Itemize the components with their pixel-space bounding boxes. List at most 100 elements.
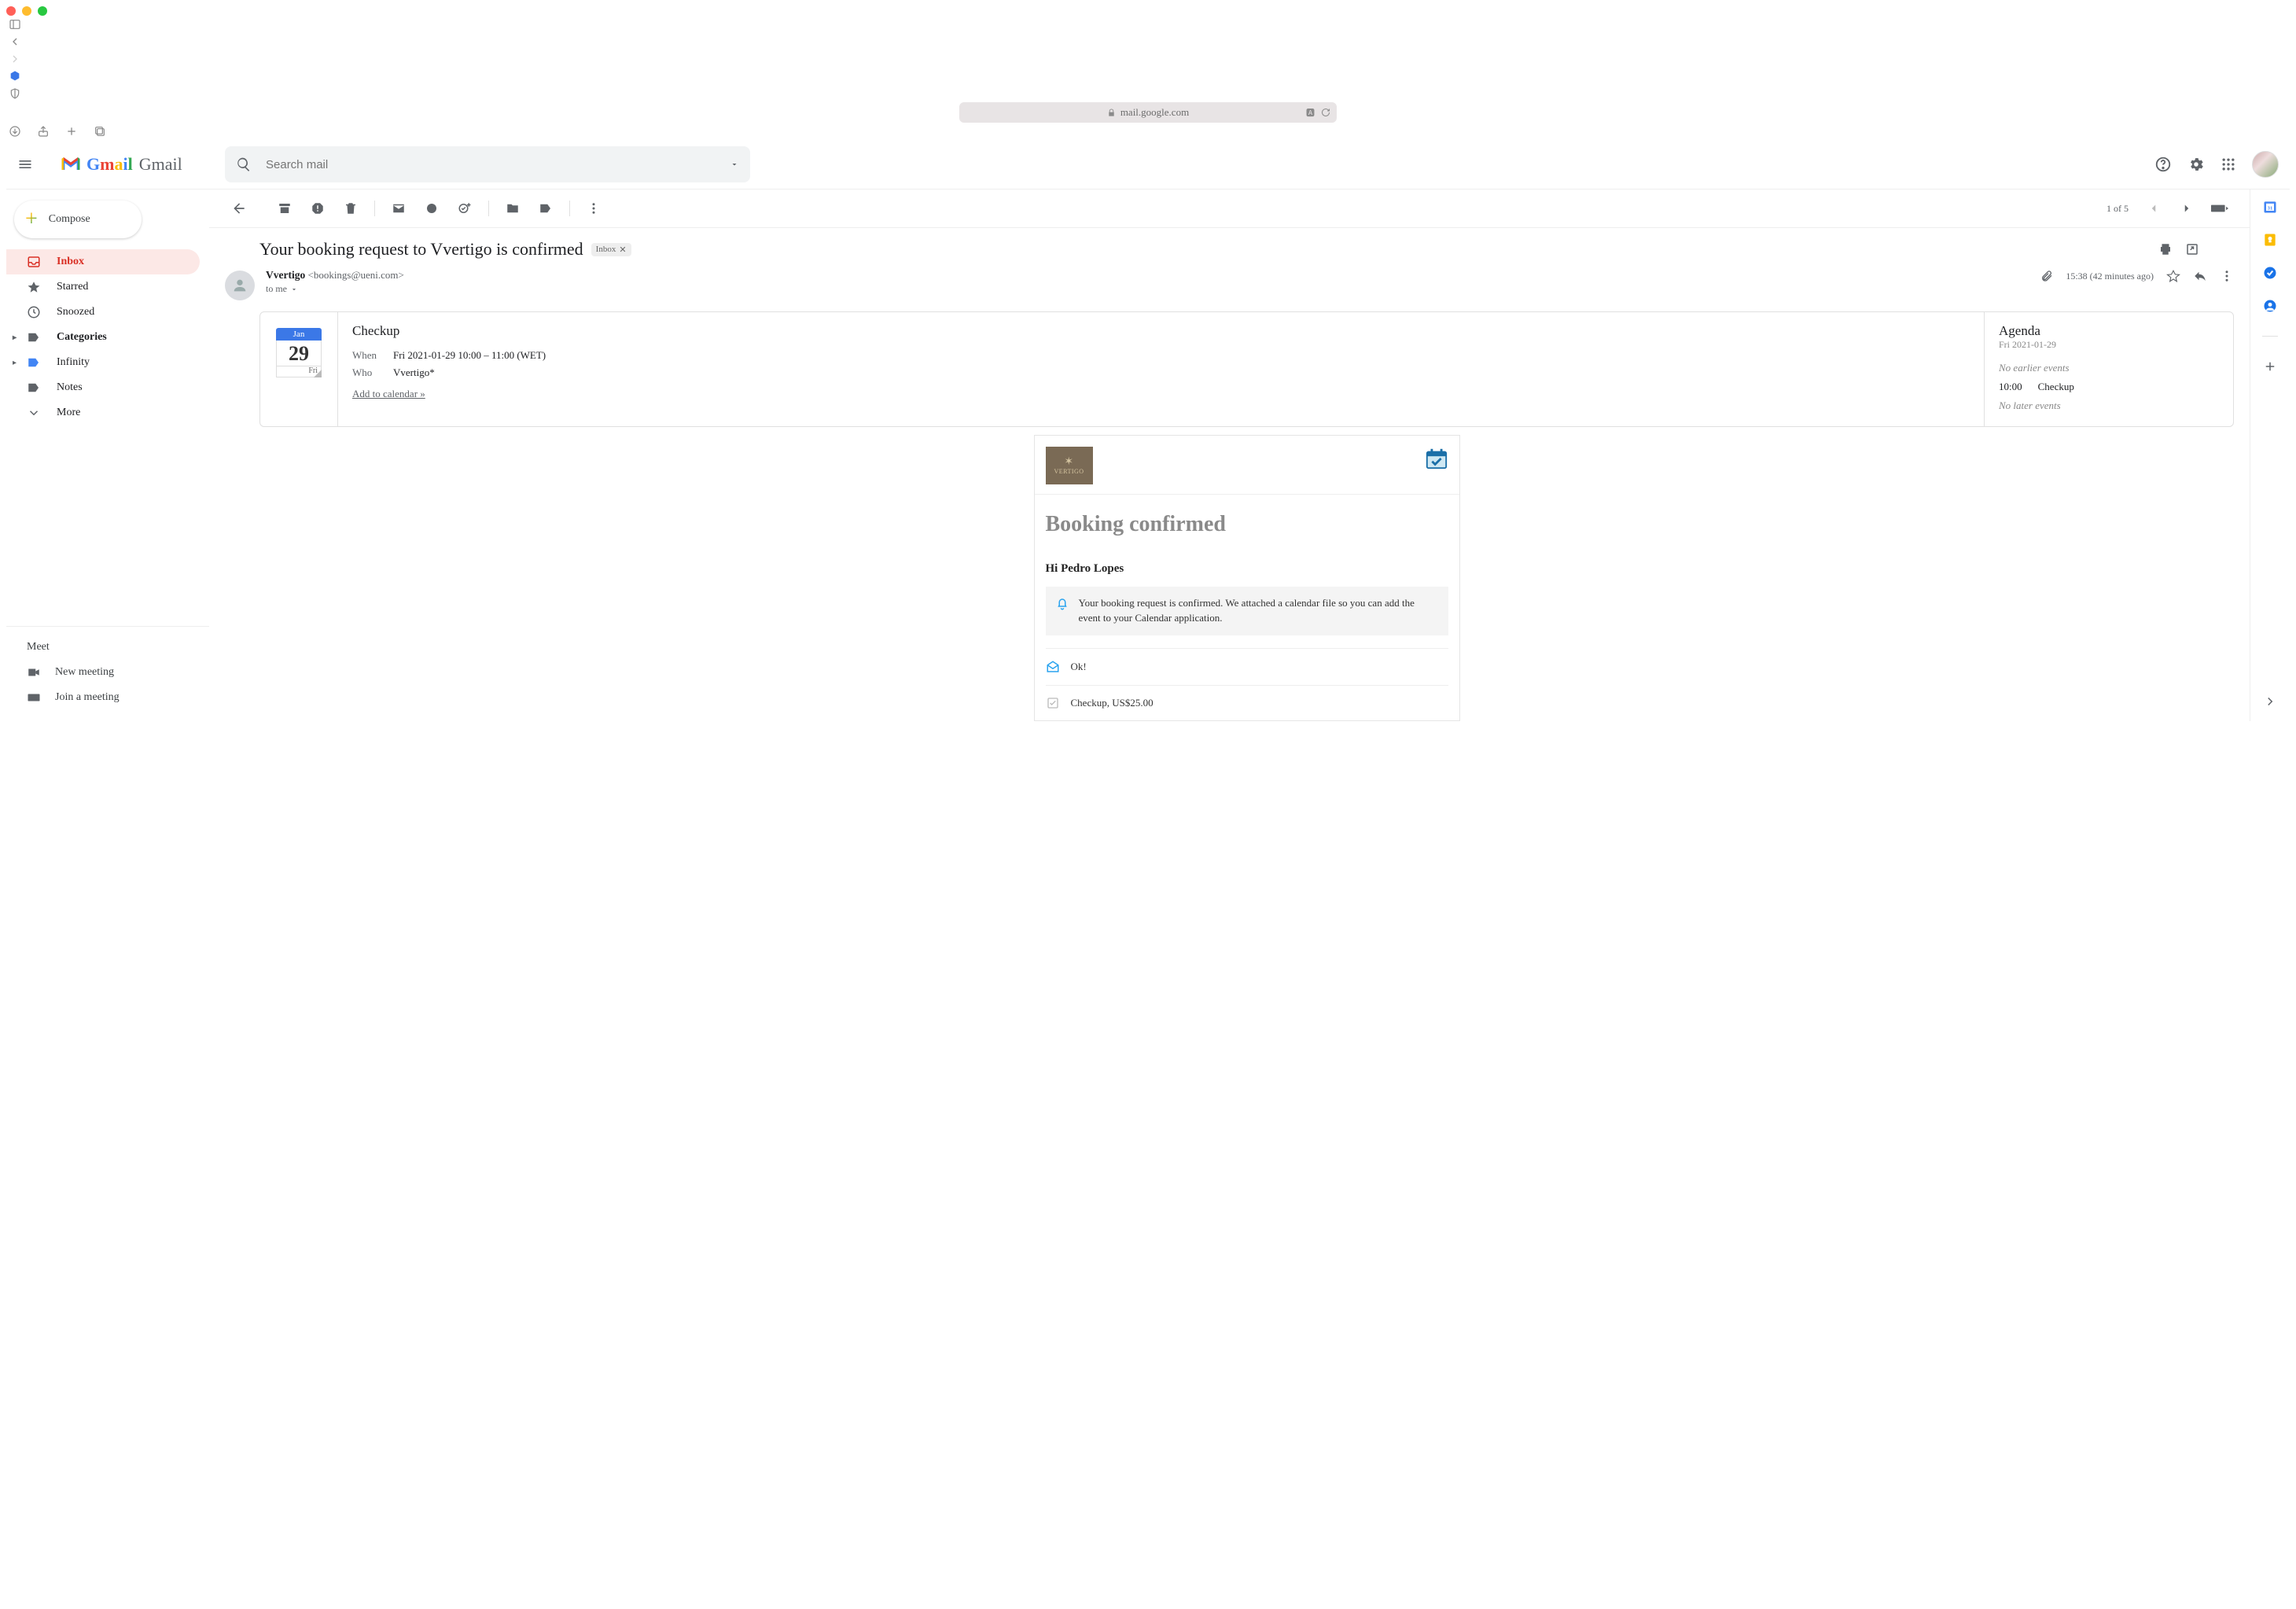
extension-cube-icon[interactable] [6,68,24,85]
plus-icon: + [25,208,38,230]
collapse-panel-button[interactable] [2263,694,2277,709]
print-button[interactable] [2158,242,2173,256]
maximize-window[interactable] [38,6,47,16]
envelope-open-icon [1046,660,1060,674]
search-options-icon[interactable] [730,160,739,169]
back-button[interactable] [225,194,253,223]
move-to-button[interactable] [499,194,527,223]
svg-text:31: 31 [2268,205,2273,211]
sidebar-item-starred[interactable]: Starred [6,274,200,300]
get-addons-icon[interactable] [2262,359,2278,374]
address-bar[interactable]: mail.google.com ⁦🅰⁩ [959,102,1337,123]
delete-button[interactable] [337,194,365,223]
more-actions-button[interactable] [580,194,608,223]
shield-icon[interactable] [6,85,24,102]
search-bar[interactable] [225,146,750,182]
message-header: Vvertigo <bookings@ueni.com> to me 15:38… [209,266,2250,304]
open-new-window-button[interactable] [2185,242,2199,256]
labels-button[interactable] [532,194,560,223]
chevron-down-icon [27,406,42,420]
calendar-date-badge: Jan 29 Fri [260,312,338,426]
ok-text: Ok! [1071,661,1087,673]
new-tab-icon[interactable] [63,123,80,140]
downloads-icon[interactable] [6,123,24,140]
camera-icon [27,665,41,679]
apps-grid-icon[interactable] [2221,156,2236,172]
search-input[interactable] [264,157,717,172]
agenda-date: Fri 2021-01-29 [1999,339,2219,351]
reply-button[interactable] [2193,269,2207,283]
sidebar-item-notes[interactable]: Notes [6,375,200,400]
gmail-m-icon [60,156,82,173]
settings-icon[interactable] [2187,156,2205,173]
tabs-overview-icon[interactable] [91,123,109,140]
share-icon[interactable] [35,123,52,140]
input-tools-button[interactable] [2206,194,2234,223]
new-meeting-button[interactable]: New meeting [6,660,209,685]
booking-ok-row: Ok! [1046,648,1448,685]
prev-message-button[interactable] [2140,194,2168,223]
remove-label-icon[interactable]: ✕ [619,245,626,255]
translate-icon[interactable]: ⁦🅰⁩ [1306,106,1315,119]
sender-name: Vvertigo [266,269,305,281]
add-to-calendar-link[interactable]: Add to calendar » [352,388,425,400]
sidebar-toggle-icon[interactable] [6,16,24,33]
add-task-button[interactable] [451,194,479,223]
next-message-button[interactable] [2173,194,2201,223]
spam-button[interactable] [304,194,332,223]
cal-who-row: Who Vvertigo* [352,364,1970,381]
booking-greeting: Hi Pedro Lopes [1035,543,1459,587]
booking-item-row: Checkup, US$25.00 [1046,685,1448,720]
expand-icon[interactable]: ▸ [13,359,17,367]
mark-unread-button[interactable] [385,194,413,223]
agenda-event[interactable]: 10:00 Checkup [1999,377,2219,396]
sidebar-item-more[interactable]: More [6,400,200,425]
gmail-wordmark: Gmail [139,154,182,175]
sidebar-item-inbox[interactable]: Inbox [6,249,200,274]
sender-avatar[interactable] [225,271,255,300]
nav-label: Starred [57,281,88,293]
main-menu-icon[interactable] [17,156,52,172]
star-message-button[interactable] [2166,269,2180,283]
label-chip[interactable]: Inbox ✕ [591,243,631,256]
chevron-down-icon [290,285,298,293]
reload-icon[interactable] [1321,108,1330,117]
nav-label: Notes [57,381,83,394]
star-icon [27,280,42,294]
attachment-icon[interactable] [2040,270,2053,282]
nav-forward-icon[interactable] [6,50,24,68]
calendar-event-title: Checkup [352,323,1970,339]
archive-button[interactable] [270,194,299,223]
sidebar-item-infinity[interactable]: ▸ Infinity [6,350,200,375]
google-tasks-icon[interactable] [2262,265,2278,281]
nav-back-icon[interactable] [6,33,24,50]
snooze-button[interactable] [418,194,446,223]
compose-button[interactable]: + Compose [14,201,142,238]
sidebar-item-categories[interactable]: ▸ Categories [6,325,200,350]
agenda-panel: Agenda Fri 2021-01-29 No earlier events … [1984,312,2233,426]
google-contacts-icon[interactable] [2262,298,2278,314]
calendar-confirmed-icon [1425,447,1448,470]
message-more-button[interactable] [2220,269,2234,283]
gmail-logo[interactable]: Gmail Gmail Gmail [60,154,217,175]
minimize-window[interactable] [22,6,31,16]
account-avatar[interactable] [2252,151,2279,178]
support-icon[interactable] [2154,156,2172,173]
cal-when-row: When Fri 2021-01-29 10:00 – 11:00 (WET) [352,347,1970,364]
close-window[interactable] [6,6,16,16]
google-keep-icon[interactable] [2262,232,2278,248]
join-meeting-button[interactable]: Join a meeting [6,685,209,710]
agenda-no-later: No later events [1999,396,2219,415]
meet-label: New meeting [55,666,114,679]
meet-section: Meet New meeting Join a meeting [6,626,209,721]
to-line[interactable]: to me [266,283,404,295]
sidebar-item-snoozed[interactable]: Snoozed [6,300,200,325]
lock-icon [1107,109,1116,117]
window-controls [6,6,2290,16]
nav-label: Infinity [57,356,90,369]
label-icon [27,381,42,395]
expand-icon[interactable]: ▸ [13,333,17,342]
google-calendar-icon[interactable]: 31 [2262,199,2278,215]
from-line: Vvertigo <bookings@ueni.com> [266,269,404,282]
message-toolbar: 1 of 5 [209,190,2250,228]
